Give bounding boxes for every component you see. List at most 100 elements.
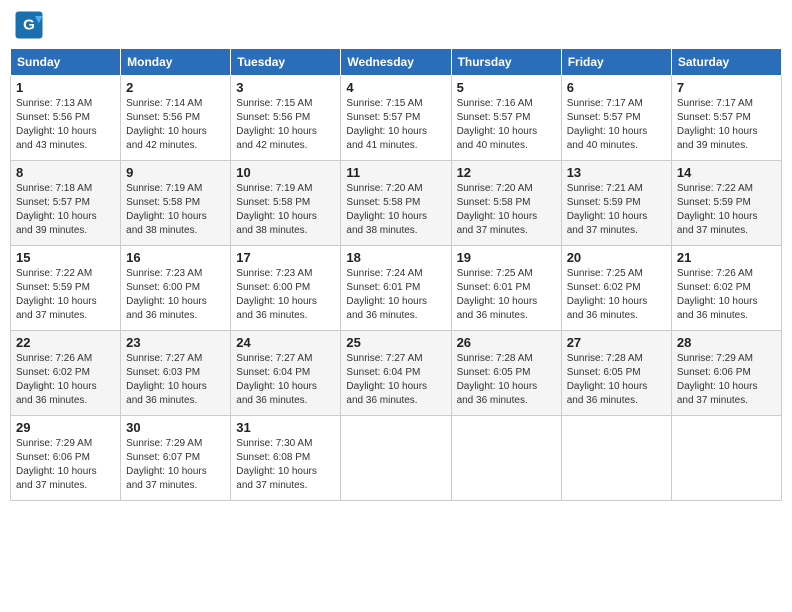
calendar-header-wednesday: Wednesday xyxy=(341,49,451,76)
day-number: 11 xyxy=(346,165,445,180)
calendar-day-17: 17 Sunrise: 7:23 AM Sunset: 6:00 PM Dayli… xyxy=(231,246,341,331)
day-number: 10 xyxy=(236,165,335,180)
empty-cell xyxy=(671,416,781,501)
day-info: Sunrise: 7:15 AM Sunset: 5:56 PM Dayligh… xyxy=(236,97,335,153)
day-number: 24 xyxy=(236,335,335,350)
empty-cell xyxy=(561,416,671,501)
day-info: Sunrise: 7:16 AM Sunset: 5:57 PM Dayligh… xyxy=(457,97,556,153)
calendar-table: SundayMondayTuesdayWednesdayThursdayFrid… xyxy=(10,48,782,501)
day-number: 19 xyxy=(457,250,556,265)
day-number: 12 xyxy=(457,165,556,180)
day-info: Sunrise: 7:20 AM Sunset: 5:58 PM Dayligh… xyxy=(346,182,445,238)
day-info: Sunrise: 7:26 AM Sunset: 6:02 PM Dayligh… xyxy=(16,352,115,408)
day-number: 31 xyxy=(236,420,335,435)
empty-cell xyxy=(341,416,451,501)
calendar-day-1: 1 Sunrise: 7:13 AM Sunset: 5:56 PM Daylig… xyxy=(11,76,121,161)
day-number: 3 xyxy=(236,80,335,95)
calendar-week-5: 29Sunrise: 7:29 AM Sunset: 6:06 PM Dayli… xyxy=(11,416,782,501)
day-info: Sunrise: 7:28 AM Sunset: 6:05 PM Dayligh… xyxy=(457,352,556,408)
day-info: Sunrise: 7:17 AM Sunset: 5:57 PM Dayligh… xyxy=(677,97,776,153)
day-info: Sunrise: 7:23 AM Sunset: 6:00 PM Dayligh… xyxy=(236,267,335,323)
calendar-week-3: 15 Sunrise: 7:22 AM Sunset: 5:59 PM Dayli… xyxy=(11,246,782,331)
calendar-header-thursday: Thursday xyxy=(451,49,561,76)
calendar-day-20: 20 Sunrise: 7:25 AM Sunset: 6:02 PM Dayli… xyxy=(561,246,671,331)
day-info: Sunrise: 7:19 AM Sunset: 5:58 PM Dayligh… xyxy=(126,182,225,238)
calendar-header-sunday: Sunday xyxy=(11,49,121,76)
calendar-day-9: 9 Sunrise: 7:19 AM Sunset: 5:58 PM Daylig… xyxy=(121,161,231,246)
day-info: Sunrise: 7:27 AM Sunset: 6:03 PM Dayligh… xyxy=(126,352,225,408)
calendar-day-8: 8 Sunrise: 7:18 AM Sunset: 5:57 PM Daylig… xyxy=(11,161,121,246)
calendar-day-11: 11 Sunrise: 7:20 AM Sunset: 5:58 PM Dayli… xyxy=(341,161,451,246)
day-info: Sunrise: 7:25 AM Sunset: 6:02 PM Dayligh… xyxy=(567,267,666,323)
empty-cell xyxy=(451,416,561,501)
calendar-day-22: 22 Sunrise: 7:26 AM Sunset: 6:02 PM Dayli… xyxy=(11,331,121,416)
day-info: Sunrise: 7:24 AM Sunset: 6:01 PM Dayligh… xyxy=(346,267,445,323)
calendar-day-16: 16Sunrise: 7:23 AM Sunset: 6:00 PM Dayli… xyxy=(121,246,231,331)
calendar-day-31: 31 Sunrise: 7:30 AM Sunset: 6:08 PM Dayli… xyxy=(231,416,341,501)
calendar-week-4: 22 Sunrise: 7:26 AM Sunset: 6:02 PM Dayli… xyxy=(11,331,782,416)
day-number: 15 xyxy=(16,250,115,265)
day-info: Sunrise: 7:27 AM Sunset: 6:04 PM Dayligh… xyxy=(346,352,445,408)
day-info: Sunrise: 7:22 AM Sunset: 5:59 PM Dayligh… xyxy=(16,267,115,323)
calendar-day-5: 5Sunrise: 7:16 AM Sunset: 5:57 PM Daylig… xyxy=(451,76,561,161)
calendar-day-30: 30 Sunrise: 7:29 AM Sunset: 6:07 PM Dayli… xyxy=(121,416,231,501)
calendar-day-24: 24 Sunrise: 7:27 AM Sunset: 6:04 PM Dayli… xyxy=(231,331,341,416)
day-info: Sunrise: 7:25 AM Sunset: 6:01 PM Dayligh… xyxy=(457,267,556,323)
day-info: Sunrise: 7:15 AM Sunset: 5:57 PM Dayligh… xyxy=(346,97,445,153)
day-number: 28 xyxy=(677,335,776,350)
day-number: 27 xyxy=(567,335,666,350)
day-info: Sunrise: 7:29 AM Sunset: 6:07 PM Dayligh… xyxy=(126,437,225,493)
day-number: 22 xyxy=(16,335,115,350)
day-info: Sunrise: 7:30 AM Sunset: 6:08 PM Dayligh… xyxy=(236,437,335,493)
day-info: Sunrise: 7:29 AM Sunset: 6:06 PM Dayligh… xyxy=(677,352,776,408)
calendar-day-10: 10 Sunrise: 7:19 AM Sunset: 5:58 PM Dayli… xyxy=(231,161,341,246)
calendar-day-26: 26 Sunrise: 7:28 AM Sunset: 6:05 PM Dayli… xyxy=(451,331,561,416)
day-info: Sunrise: 7:21 AM Sunset: 5:59 PM Dayligh… xyxy=(567,182,666,238)
day-number: 14 xyxy=(677,165,776,180)
calendar-header-tuesday: Tuesday xyxy=(231,49,341,76)
calendar-day-3: 3 Sunrise: 7:15 AM Sunset: 5:56 PM Daylig… xyxy=(231,76,341,161)
day-number: 18 xyxy=(346,250,445,265)
calendar-day-19: 19 Sunrise: 7:25 AM Sunset: 6:01 PM Dayli… xyxy=(451,246,561,331)
day-number: 30 xyxy=(126,420,225,435)
calendar-day-28: 28 Sunrise: 7:29 AM Sunset: 6:06 PM Dayli… xyxy=(671,331,781,416)
calendar-day-25: 25 Sunrise: 7:27 AM Sunset: 6:04 PM Dayli… xyxy=(341,331,451,416)
calendar-header-monday: Monday xyxy=(121,49,231,76)
day-info: Sunrise: 7:17 AM Sunset: 5:57 PM Dayligh… xyxy=(567,97,666,153)
calendar-day-15: 15 Sunrise: 7:22 AM Sunset: 5:59 PM Dayli… xyxy=(11,246,121,331)
day-info: Sunrise: 7:18 AM Sunset: 5:57 PM Dayligh… xyxy=(16,182,115,238)
day-number: 7 xyxy=(677,80,776,95)
day-number: 1 xyxy=(16,80,115,95)
logo-icon: G xyxy=(14,10,44,40)
day-number: 2 xyxy=(126,80,225,95)
day-info: Sunrise: 7:13 AM Sunset: 5:56 PM Dayligh… xyxy=(16,97,115,153)
day-number: 20 xyxy=(567,250,666,265)
svg-text:G: G xyxy=(23,17,35,34)
calendar-header-row: SundayMondayTuesdayWednesdayThursdayFrid… xyxy=(11,49,782,76)
logo: G xyxy=(14,10,48,40)
day-number: 26 xyxy=(457,335,556,350)
day-info: Sunrise: 7:29 AM Sunset: 6:06 PM Dayligh… xyxy=(16,437,115,493)
day-info: Sunrise: 7:26 AM Sunset: 6:02 PM Dayligh… xyxy=(677,267,776,323)
calendar-header-friday: Friday xyxy=(561,49,671,76)
day-info: Sunrise: 7:14 AM Sunset: 5:56 PM Dayligh… xyxy=(126,97,225,153)
day-number: 8 xyxy=(16,165,115,180)
day-info: Sunrise: 7:23 AM Sunset: 6:00 PM Dayligh… xyxy=(126,267,225,323)
calendar-week-2: 8 Sunrise: 7:18 AM Sunset: 5:57 PM Daylig… xyxy=(11,161,782,246)
day-info: Sunrise: 7:27 AM Sunset: 6:04 PM Dayligh… xyxy=(236,352,335,408)
calendar-day-12: 12Sunrise: 7:20 AM Sunset: 5:58 PM Dayli… xyxy=(451,161,561,246)
day-number: 6 xyxy=(567,80,666,95)
day-number: 9 xyxy=(126,165,225,180)
calendar-day-29: 29Sunrise: 7:29 AM Sunset: 6:06 PM Dayli… xyxy=(11,416,121,501)
day-info: Sunrise: 7:28 AM Sunset: 6:05 PM Dayligh… xyxy=(567,352,666,408)
day-number: 4 xyxy=(346,80,445,95)
calendar-day-2: 2 Sunrise: 7:14 AM Sunset: 5:56 PM Daylig… xyxy=(121,76,231,161)
day-number: 25 xyxy=(346,335,445,350)
calendar-header-saturday: Saturday xyxy=(671,49,781,76)
calendar-day-27: 27 Sunrise: 7:28 AM Sunset: 6:05 PM Dayli… xyxy=(561,331,671,416)
calendar-day-14: 14Sunrise: 7:22 AM Sunset: 5:59 PM Dayli… xyxy=(671,161,781,246)
day-number: 17 xyxy=(236,250,335,265)
day-info: Sunrise: 7:19 AM Sunset: 5:58 PM Dayligh… xyxy=(236,182,335,238)
calendar-day-23: 23Sunrise: 7:27 AM Sunset: 6:03 PM Dayli… xyxy=(121,331,231,416)
day-number: 13 xyxy=(567,165,666,180)
